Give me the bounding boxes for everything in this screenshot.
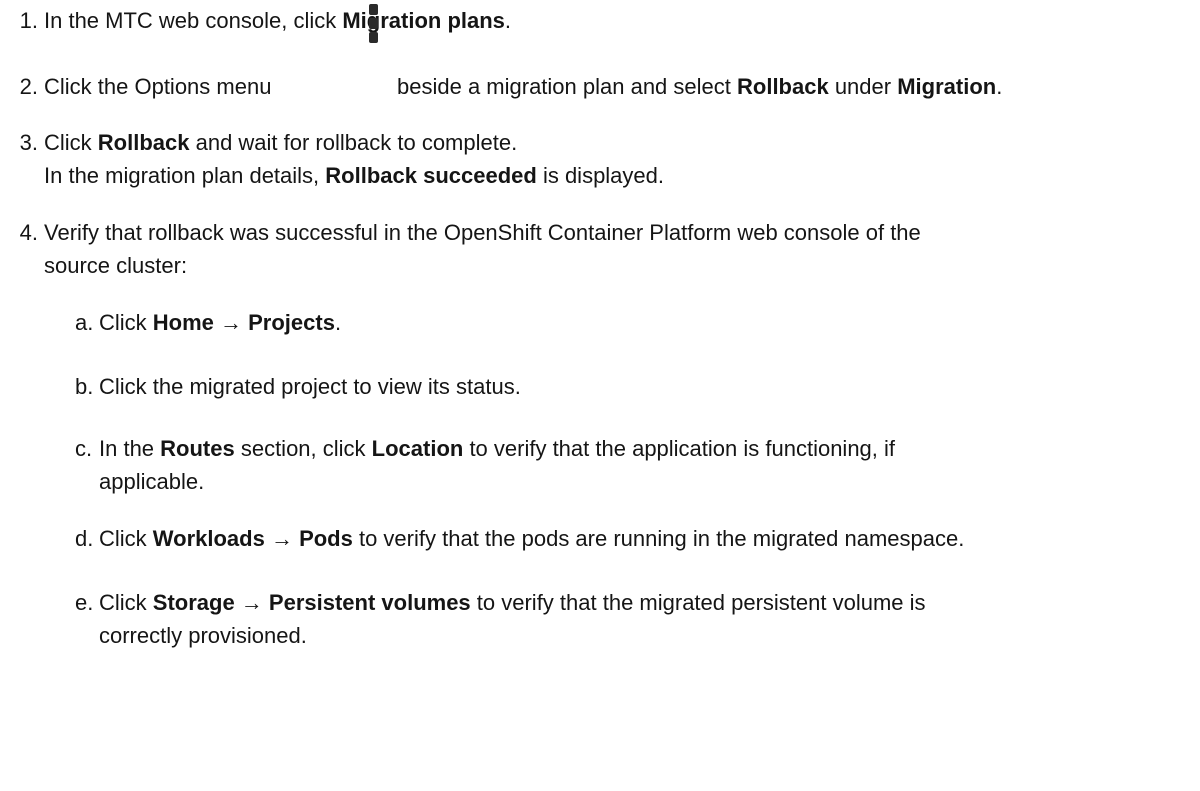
step-number: 1. — [19, 8, 38, 33]
ui-label-migration-plans: Migration plans — [342, 8, 505, 33]
step-number: 3. — [19, 130, 38, 155]
substep-text: Click Storage → Persistent volumes to ve… — [99, 590, 926, 615]
step-text: In the MTC web console, click Migration … — [44, 8, 512, 33]
step-text: Verify that rollback was successful in t… — [44, 220, 921, 245]
step-text: Click the Options menu — [44, 74, 272, 99]
ui-label-home-projects: Home → Projects — [152, 310, 335, 335]
ui-label-rollback-succeeded: Rollback succeeded — [325, 163, 537, 188]
step-number: 4. — [19, 220, 38, 245]
substep-letter: a. — [75, 310, 94, 335]
ui-label-workloads-pods: Workloads → Pods — [152, 526, 353, 551]
ui-label-rollback: Rollback — [97, 130, 190, 155]
ui-label-rollback: Rollback — [737, 74, 829, 99]
substep-text: Click Workloads → Pods to verify that th… — [99, 526, 965, 551]
ui-label-storage-persistent-volumes: Storage → Persistent volumes — [152, 590, 471, 615]
step-number: 2. — [19, 74, 38, 99]
substep-text-continued: applicable. — [99, 469, 205, 494]
ui-label-routes: Routes — [160, 436, 235, 461]
step-text-continued: source cluster: — [44, 253, 188, 278]
step-text-continued: beside a migration plan and select Rollb… — [397, 74, 1003, 99]
substep-letter: b. — [75, 374, 94, 399]
substep-letter: e. — [75, 590, 94, 615]
substep-letter: d. — [75, 526, 94, 551]
substep-text: Click the migrated project to view its s… — [99, 374, 521, 399]
substep-text-continued: correctly provisioned. — [99, 623, 307, 648]
substep-text: Click Home → Projects. — [99, 310, 342, 335]
substep-letter: c. — [75, 436, 93, 461]
substep-text: In the Routes section, click Location to… — [99, 436, 896, 461]
ui-label-location: Location — [371, 436, 464, 461]
step-result: In the migration plan details, Rollback … — [44, 163, 665, 188]
kebab-icon — [368, 4, 380, 58]
step-text: Click Rollback and wait for rollback to … — [44, 130, 518, 155]
ui-label-migration: Migration — [897, 74, 997, 99]
